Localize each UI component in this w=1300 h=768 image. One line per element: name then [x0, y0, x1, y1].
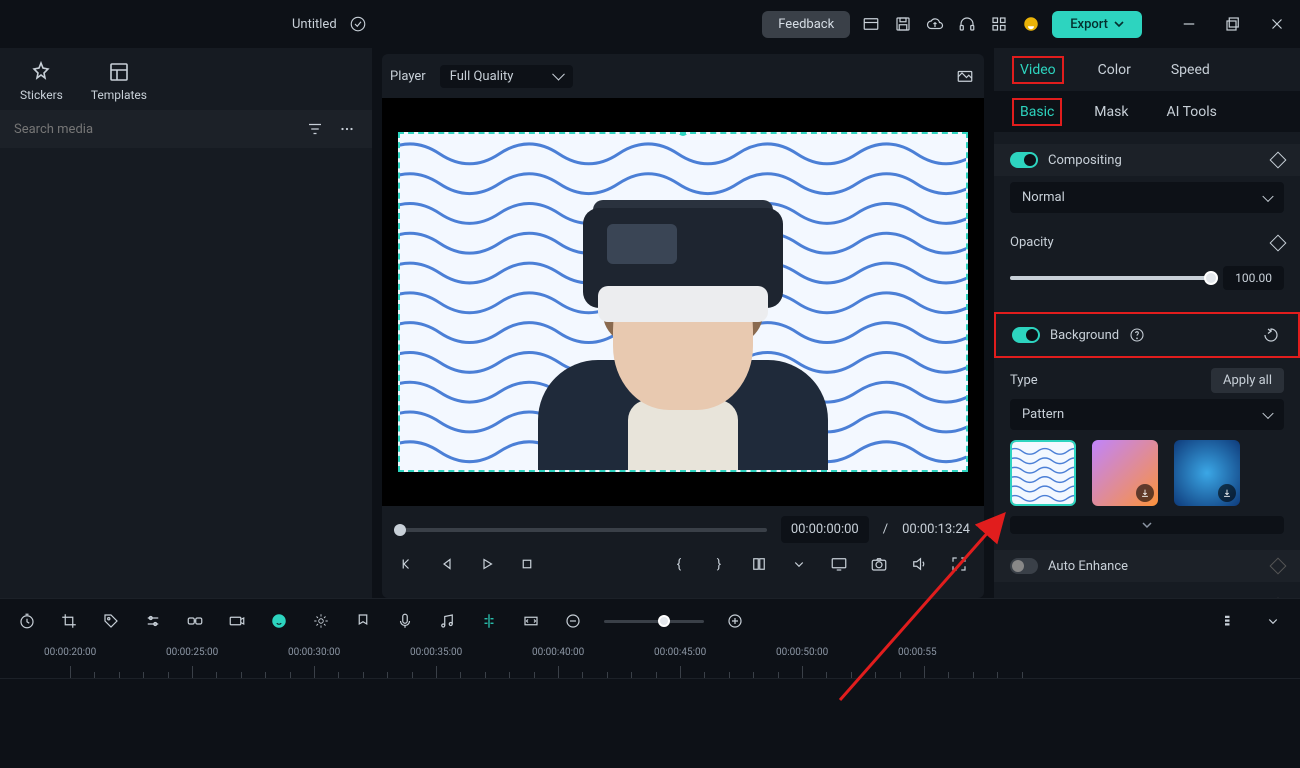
project-title: Untitled — [292, 17, 337, 32]
headphones-icon[interactable] — [956, 13, 978, 35]
adjust-icon[interactable] — [142, 610, 164, 632]
zoom-out-icon[interactable] — [562, 610, 584, 632]
amount-keyframe — [1270, 597, 1287, 598]
ai-icon[interactable] — [268, 610, 290, 632]
filter-icon[interactable] — [304, 118, 326, 140]
zoom-in-icon[interactable] — [724, 610, 746, 632]
avatar-icon[interactable] — [1020, 13, 1042, 35]
opacity-slider[interactable] — [1010, 276, 1211, 280]
expand-patterns[interactable] — [1010, 516, 1284, 534]
volume-icon[interactable] — [908, 553, 930, 575]
right-panel: Video Color Speed Basic Mask AI Tools Co… — [994, 48, 1300, 598]
chevron-down-icon[interactable] — [1262, 610, 1284, 632]
brace-open-icon[interactable]: { — [668, 553, 690, 575]
left-panel: Stickers Templates — [0, 48, 372, 598]
time-sep: / — [883, 522, 888, 537]
export-button[interactable]: Export — [1052, 11, 1142, 38]
zoom-slider[interactable] — [604, 620, 704, 623]
split-icon[interactable] — [478, 610, 500, 632]
marker-icon[interactable] — [352, 610, 374, 632]
view-mode-icon[interactable] — [1220, 610, 1242, 632]
play-icon[interactable] — [476, 553, 498, 575]
display-icon[interactable] — [828, 553, 850, 575]
compositing-keyframe[interactable] — [1270, 152, 1287, 169]
layout-icon[interactable] — [860, 13, 882, 35]
preview-canvas[interactable] — [398, 132, 968, 472]
save-icon[interactable] — [892, 13, 914, 35]
link-icon[interactable] — [184, 610, 206, 632]
subtab-ai[interactable]: AI Tools — [1160, 100, 1222, 124]
opacity-value[interactable]: 100.00 — [1223, 266, 1284, 290]
maximize-icon[interactable] — [1222, 13, 1244, 35]
fit-icon[interactable] — [520, 610, 542, 632]
tab-color[interactable]: Color — [1092, 58, 1137, 82]
snapshot-icon[interactable] — [954, 65, 976, 87]
background-label: Background — [1050, 328, 1119, 343]
type-label: Type — [1010, 373, 1038, 388]
opacity-keyframe[interactable] — [1270, 234, 1287, 251]
auto-enhance-label: Auto Enhance — [1048, 559, 1128, 574]
auto-enhance-toggle[interactable] — [1010, 558, 1038, 574]
reset-icon[interactable] — [1260, 324, 1282, 346]
ratio-icon[interactable] — [748, 553, 770, 575]
save-status-icon — [347, 13, 369, 35]
subject-figure — [518, 140, 848, 470]
background-toggle[interactable] — [1012, 327, 1040, 343]
apps-icon[interactable] — [988, 13, 1010, 35]
tab-video[interactable]: Video — [1012, 56, 1064, 84]
stop-icon[interactable] — [516, 553, 538, 575]
brace-close-icon[interactable]: } — [708, 553, 730, 575]
apply-all-button[interactable]: Apply all — [1211, 368, 1284, 393]
quality-select[interactable]: Full Quality — [440, 65, 574, 88]
download-icon[interactable] — [1218, 484, 1236, 502]
timer-icon[interactable] — [16, 610, 38, 632]
subtab-mask[interactable]: Mask — [1088, 100, 1134, 124]
music-icon[interactable] — [436, 610, 458, 632]
center-panel: Player Full Quality — [372, 48, 994, 598]
step-back-icon[interactable] — [436, 553, 458, 575]
compositing-label: Compositing — [1048, 153, 1122, 168]
titlebar: Untitled Feedback Export — [0, 0, 1300, 48]
effects-icon[interactable] — [310, 610, 332, 632]
compositing-toggle[interactable] — [1010, 152, 1038, 168]
crop-icon[interactable] — [58, 610, 80, 632]
minimize-icon[interactable] — [1178, 13, 1200, 35]
blend-mode-select[interactable]: Normal — [1010, 182, 1284, 213]
chevron-down-icon[interactable] — [788, 553, 810, 575]
subtab-basic[interactable]: Basic — [1012, 98, 1062, 126]
bg-type-select[interactable]: Pattern — [1010, 399, 1284, 430]
progress-slider[interactable] — [396, 528, 767, 532]
close-icon[interactable] — [1266, 13, 1288, 35]
cloud-icon[interactable] — [924, 13, 946, 35]
pattern-thumb-waves[interactable] — [1010, 440, 1076, 506]
help-icon[interactable] — [1129, 327, 1145, 343]
pattern-thumb-blue[interactable] — [1174, 440, 1240, 506]
download-icon[interactable] — [1136, 484, 1154, 502]
more-icon[interactable] — [336, 118, 358, 140]
tab-stickers[interactable]: Stickers — [20, 60, 63, 102]
tab-speed[interactable]: Speed — [1165, 58, 1216, 82]
auto-enhance-keyframe[interactable] — [1270, 558, 1287, 575]
mic-icon[interactable] — [394, 610, 416, 632]
timeline: 00:00:20:0000:00:25:0000:00:30:0000:00:3… — [0, 598, 1300, 768]
time-current: 00:00:00:00 — [781, 516, 869, 543]
prev-frame-icon[interactable] — [396, 553, 418, 575]
search-input[interactable] — [14, 122, 294, 137]
camera-icon[interactable] — [868, 553, 890, 575]
feedback-button[interactable]: Feedback — [762, 11, 850, 38]
tab-templates[interactable]: Templates — [91, 60, 147, 102]
record-icon[interactable] — [226, 610, 248, 632]
timeline-ruler[interactable]: 00:00:20:0000:00:25:0000:00:30:0000:00:3… — [0, 643, 1300, 679]
pattern-thumb-gradient[interactable] — [1092, 440, 1158, 506]
opacity-label: Opacity — [1010, 235, 1054, 250]
tag-icon[interactable] — [100, 610, 122, 632]
player-label: Player — [390, 69, 426, 84]
fullscreen-icon[interactable] — [948, 553, 970, 575]
time-total: 00:00:13:24 — [902, 522, 970, 537]
